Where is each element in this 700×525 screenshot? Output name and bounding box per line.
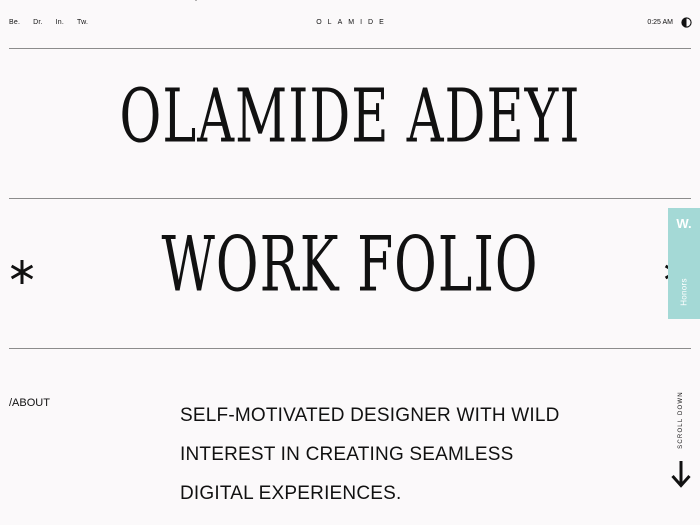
clock-time: 0:25 AM [647,19,673,26]
portfolio-page: Be. Dr. In. Tw. OLAMIDE 0:25 AM OLAMIDE … [0,0,700,525]
honors-tab[interactable]: W. Honors [668,208,700,319]
caret-icon [195,0,197,1]
hero-name: OLAMIDE ADEYI [119,74,581,161]
about-label: /ABOUT [9,397,50,409]
hero-subtitle: WORK FOLIO [161,222,539,310]
divider [9,348,691,349]
half-moon-icon[interactable] [681,17,692,28]
divider [9,48,691,49]
brand-logo[interactable]: OLAMIDE [0,19,700,26]
about-line: INTEREST IN CREATING SEAMLESS [180,444,514,465]
honors-mark: W. [676,216,692,231]
about-text: SELF-MOTIVATED DESIGNER WITH WILD INTERE… [180,396,650,513]
about-line: DIGITAL EXPERIENCES. [180,483,402,504]
arrow-down-icon[interactable] [671,460,691,488]
scroll-down-label[interactable]: SCROLL DOWN [678,391,684,449]
divider [9,198,691,199]
about-line: SELF-MOTIVATED DESIGNER WITH WILD [180,405,560,426]
top-bar: Be. Dr. In. Tw. OLAMIDE 0:25 AM [0,0,700,48]
honors-label: Honors [679,278,689,306]
